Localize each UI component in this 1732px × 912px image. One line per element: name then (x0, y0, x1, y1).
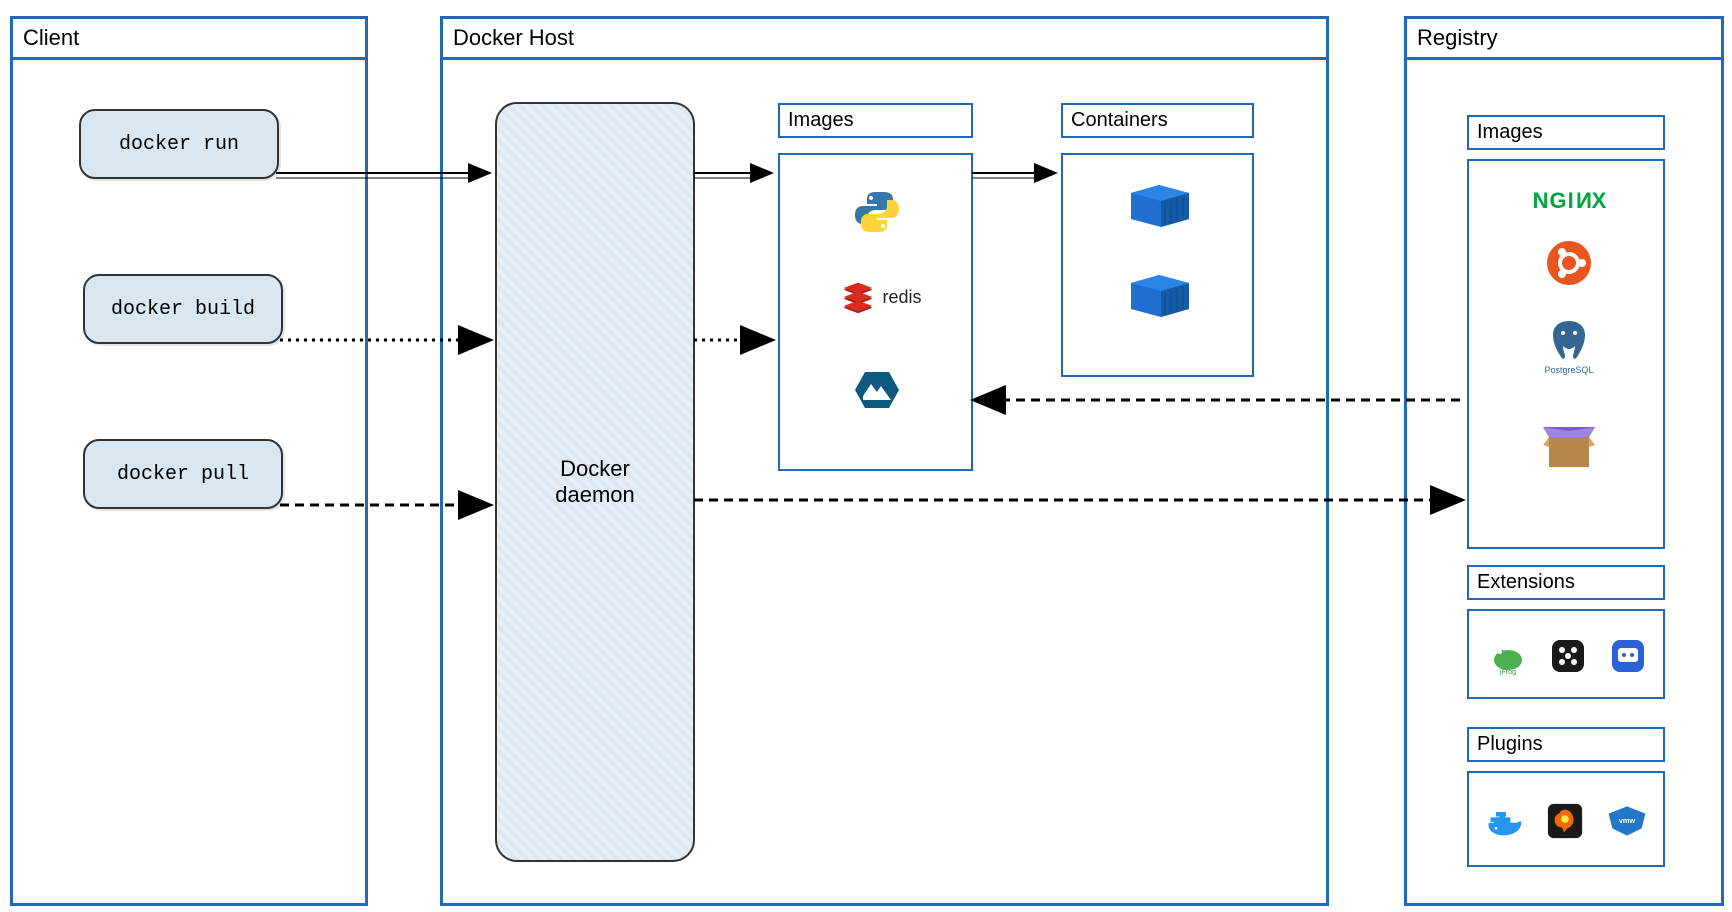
host-images-title: Images (778, 103, 973, 138)
alpine-image-icon (852, 365, 902, 415)
registry-panel-title: Registry (1404, 16, 1724, 60)
container-2-icon (1125, 271, 1195, 321)
portainer-ext-icon (1547, 635, 1589, 677)
cmd-run-text: docker run (119, 133, 239, 156)
host-panel: Docker Host Docker daemon Images redis (440, 16, 1329, 906)
container-1-icon (1125, 181, 1195, 231)
registry-extensions-title: Extensions (1467, 565, 1665, 600)
host-containers-box (1061, 153, 1254, 377)
host-panel-title: Docker Host (440, 16, 1329, 60)
registry-plugins-title-text: Plugins (1477, 733, 1543, 755)
grafana-plugin-icon (1545, 801, 1585, 841)
redis-label: redis (882, 287, 921, 308)
client-title-text: Client (23, 25, 79, 50)
ubuntu-icon (1547, 241, 1591, 285)
python-image-icon (852, 187, 902, 237)
host-containers-title: Containers (1061, 103, 1254, 138)
cmd-pull-text: docker pull (117, 463, 249, 486)
cmd-docker-build: docker build (83, 274, 283, 344)
cmd-docker-pull: docker pull (83, 439, 283, 509)
vmware-plugin-icon: vmw (1605, 801, 1649, 841)
registry-extensions-title-text: Extensions (1477, 571, 1575, 593)
registry-images-title: Images (1467, 115, 1665, 150)
registry-extensions-box: jFrog (1467, 609, 1665, 699)
cmd-build-text: docker build (111, 298, 255, 321)
client-panel-title: Client (10, 16, 368, 60)
host-images-title-text: Images (788, 109, 854, 131)
registry-images-box: NGINX PostgreSQL (1467, 159, 1665, 549)
daemon-label: Docker daemon (555, 456, 635, 508)
registry-plugins-box: vmw (1467, 771, 1665, 867)
docker-daemon: Docker daemon (495, 102, 695, 862)
registry-plugins-title: Plugins (1467, 727, 1665, 762)
postgres-icon: PostgreSQL (1539, 311, 1599, 381)
app-ext-icon (1607, 635, 1649, 677)
nginx-icon: NGINX (1515, 185, 1625, 217)
registry-title-text: Registry (1417, 25, 1498, 50)
registry-images-title-text: Images (1477, 121, 1543, 143)
host-title-text: Docker Host (453, 25, 574, 50)
svg-text:vmw: vmw (1619, 816, 1636, 825)
docker-plugin-icon (1483, 801, 1527, 841)
registry-panel: Registry Images NGINX PostgreSQL (1404, 16, 1724, 906)
redis-image-icon: redis (816, 277, 946, 317)
host-containers-title-text: Containers (1071, 109, 1168, 131)
svg-text:jFrog: jFrog (1499, 669, 1516, 676)
jfrog-ext-icon: jFrog (1487, 635, 1529, 677)
host-images-box: redis (778, 153, 973, 471)
cmd-docker-run: docker run (79, 109, 279, 179)
package-box-icon (1537, 413, 1601, 477)
client-panel: Client docker run docker build docker pu… (10, 16, 368, 906)
